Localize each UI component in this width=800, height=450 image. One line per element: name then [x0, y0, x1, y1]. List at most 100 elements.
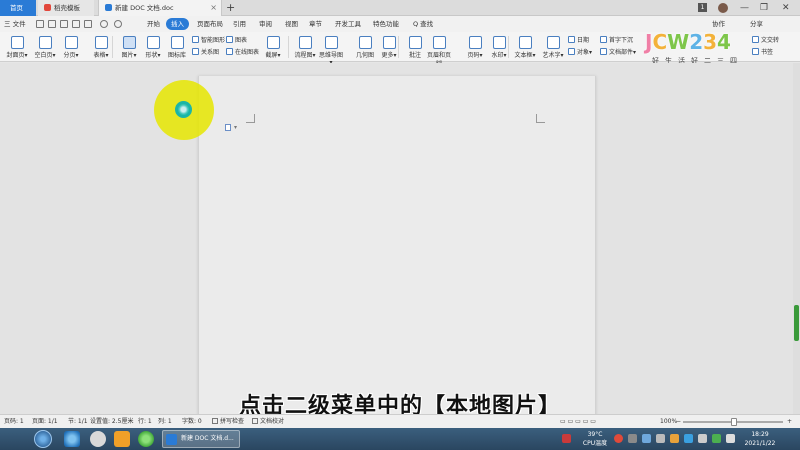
ribbon-button-label: 图片▾	[121, 52, 137, 59]
open-icon[interactable]	[48, 20, 56, 28]
scrollbar-thumb[interactable]	[794, 305, 799, 341]
menu-tab-2[interactable]: 页面布局	[192, 18, 228, 30]
file-explorer-icon[interactable]	[114, 431, 130, 447]
ribbon-button-icon	[468, 36, 482, 49]
ribbon-small-button-3[interactable]: 在线图表	[226, 48, 259, 58]
view-mode-icons[interactable]: ▭ ▭ ▭ ▭ ▭	[560, 415, 596, 429]
zoom-level[interactable]: 100%	[660, 415, 677, 429]
tray-network-icon[interactable]	[642, 434, 651, 443]
proofread-icon	[252, 418, 258, 424]
ribbon-small-button-1[interactable]: 关系图	[192, 48, 219, 58]
ribbon-button-5[interactable]: 形状▾	[140, 34, 166, 59]
ribbon-button-9[interactable]: 思维导图▾	[318, 34, 344, 66]
ribbon-button-label: 截屏▾	[265, 52, 281, 59]
ribbon-divider	[112, 36, 113, 58]
ribbon-small-button-4[interactable]: 日期	[568, 36, 589, 46]
system-clock[interactable]: 18:29 2021/1/22	[738, 430, 782, 448]
menu-tab-6[interactable]: 章节	[304, 18, 327, 30]
ribbon-button-8[interactable]: 流程图▾	[292, 34, 318, 59]
ribbon-button-6[interactable]: 图标库	[164, 34, 190, 59]
ribbon-small-button-5[interactable]: 首字下沉	[600, 36, 633, 46]
export-pdf-icon[interactable]	[60, 20, 68, 28]
close-tab-icon[interactable]: ×	[210, 0, 217, 16]
tray-app-icon[interactable]	[712, 434, 721, 443]
ribbon-button-12[interactable]: 批注	[402, 34, 428, 59]
new-tab-button[interactable]: +	[226, 0, 235, 15]
tray-volume-icon[interactable]	[656, 434, 665, 443]
close-window-button[interactable]: ✕	[782, 0, 790, 16]
minimize-button[interactable]: —	[740, 0, 749, 16]
paste-options-icon[interactable]	[225, 124, 231, 131]
tab-document-label: 新建 DOC 文档.doc	[115, 4, 174, 12]
doc-proof-label: 文档校对	[260, 418, 285, 425]
ribbon-button-4[interactable]: 图片▾	[116, 34, 142, 59]
ribbon-button-7[interactable]: 截屏▾	[260, 34, 286, 59]
ribbon-button-0[interactable]: 封面页▾	[4, 34, 30, 59]
start-button[interactable]	[34, 430, 52, 448]
ribbon-button-1[interactable]: 空白页▾	[32, 34, 58, 59]
tray-app-icon[interactable]	[670, 434, 679, 443]
ribbon-button-icon	[10, 36, 24, 49]
chevron-down-icon[interactable]: ▾	[234, 124, 237, 131]
restore-button[interactable]: ❐	[760, 0, 768, 16]
windows-taskbar: 新建 DOC 文档.d... 39°C CPU温度 18:29 2021/1/22	[0, 428, 800, 450]
ribbon-small-button-0[interactable]: 智能图形	[192, 36, 225, 46]
ribbon-button-3[interactable]: 表格▾	[88, 34, 114, 59]
menu-tab-8[interactable]: 特色功能	[368, 18, 404, 30]
ribbon-button-10[interactable]: 几何图	[352, 34, 378, 59]
menu-tab-9[interactable]: Q 查找	[408, 18, 438, 30]
netease-music-icon[interactable]	[90, 431, 106, 447]
menu-tab-3[interactable]: 引用	[228, 18, 251, 30]
tray-app-icon[interactable]	[684, 434, 693, 443]
tray-flag-icon[interactable]	[726, 434, 735, 443]
print-preview-icon[interactable]	[84, 20, 92, 28]
ribbon-small-button-8[interactable]: 文交转	[752, 36, 779, 46]
tab-document[interactable]: 新建 DOC 文档.doc ×	[98, 0, 222, 16]
taskbar-wps-window[interactable]: 新建 DOC 文档.d...	[162, 430, 240, 448]
status-bar: 页码: 1 页面: 1/1 节: 1/1 设置值: 2.5厘米 行: 1 列: …	[0, 414, 800, 428]
vertical-scrollbar[interactable]	[793, 63, 800, 414]
zoom-slider-handle[interactable]	[731, 418, 737, 426]
ribbon-button-14[interactable]: 页码▾	[462, 34, 488, 59]
tray-security-icon[interactable]	[614, 434, 623, 443]
share-button[interactable]: 分享	[750, 16, 763, 32]
ribbon-button-label: 文本框▾	[514, 52, 536, 59]
tab-templates[interactable]: 稻壳模板	[38, 0, 94, 16]
ribbon-small-label: 文档部件▾	[609, 49, 637, 56]
ribbon-small-button-7[interactable]: 文档部件▾	[600, 48, 636, 58]
ribbon-small-button-6[interactable]: 对象▾	[568, 48, 592, 58]
menu-tab-0[interactable]: 开始	[142, 18, 165, 30]
status-word-count[interactable]: 字数: 0	[182, 415, 202, 429]
status-pages[interactable]: 页面: 1/1	[32, 415, 58, 429]
spell-check-toggle[interactable]: 拼写检查	[212, 415, 244, 429]
ribbon-small-button-9[interactable]: 书签	[752, 48, 773, 58]
doc-proof-button[interactable]: 文档校对	[252, 415, 284, 429]
menu-tab-7[interactable]: 开发工具	[330, 18, 366, 30]
ribbon-button-2[interactable]: 分页▾	[58, 34, 84, 59]
zoom-in-button[interactable]: +	[787, 415, 792, 429]
status-col: 列: 1	[158, 418, 172, 425]
redo-icon[interactable]	[114, 20, 122, 28]
tab-home-label: 首页	[10, 4, 23, 12]
menu-tab-5[interactable]: 视图	[280, 18, 303, 30]
ribbon-button-17[interactable]: 艺术字▾	[540, 34, 566, 59]
ribbon-button-16[interactable]: 文本框▾	[512, 34, 538, 59]
file-menu[interactable]: 三 文件	[4, 16, 26, 32]
tray-app-icon[interactable]	[562, 434, 571, 443]
print-icon[interactable]	[72, 20, 80, 28]
ie-browser-icon[interactable]	[64, 431, 80, 447]
zoom-out-button[interactable]: −	[676, 415, 681, 429]
tray-battery-icon[interactable]	[698, 434, 707, 443]
browser-360-icon[interactable]	[138, 431, 154, 447]
ribbon-small-button-2[interactable]: 图表	[226, 36, 247, 46]
menu-tab-1[interactable]: 插入	[166, 18, 189, 30]
menu-tab-4[interactable]: 审阅	[254, 18, 277, 30]
save-icon[interactable]	[36, 20, 44, 28]
undo-icon[interactable]	[100, 20, 108, 28]
ribbon-button-label: 封面页▾	[6, 52, 28, 59]
tab-home[interactable]: 首页	[0, 0, 36, 16]
document-page[interactable]	[198, 76, 596, 421]
user-avatar[interactable]	[718, 3, 728, 13]
tray-keyboard-icon[interactable]	[628, 434, 637, 443]
notification-badge[interactable]: 1	[698, 3, 707, 12]
